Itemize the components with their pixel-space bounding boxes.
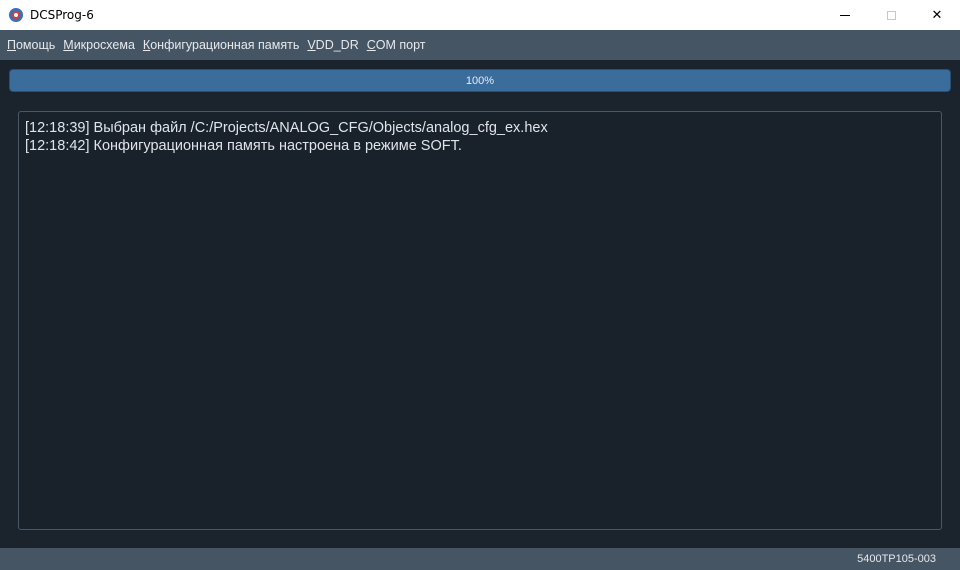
menu-config-memory[interactable]: Конфигурационная память [139, 38, 303, 52]
maximize-button[interactable] [868, 0, 914, 30]
title-bar[interactable]: DCSProg-6 ✕ [0, 0, 960, 30]
close-button[interactable]: ✕ [914, 0, 960, 30]
log-line: [12:18:42] Конфигурационная память настр… [25, 138, 462, 154]
window-controls: ✕ [822, 0, 960, 30]
window-title: DCSProg-6 [30, 8, 94, 22]
menu-com-port[interactable]: COM порт [363, 38, 430, 52]
progress-label: 100% [465, 74, 495, 87]
menu-help[interactable]: Помощь [3, 38, 59, 52]
log-output[interactable]: [12:18:39] Выбран файл /C:/Projects/ANAL… [18, 111, 942, 530]
minimize-button[interactable] [822, 0, 868, 30]
status-bar: 5400ТР105-003 [0, 548, 960, 570]
close-icon: ✕ [931, 7, 943, 23]
log-line: [12:18:39] Выбран файл /C:/Projects/ANAL… [25, 120, 548, 136]
menu-chip[interactable]: Микросхема [59, 38, 139, 52]
progress-bar: 100% [9, 69, 951, 92]
menu-vdd-dr[interactable]: VDD_DR [303, 38, 362, 52]
device-status: 5400ТР105-003 [857, 553, 936, 565]
minimize-icon [840, 14, 850, 16]
app-logo-icon [9, 8, 23, 22]
maximize-icon [886, 10, 896, 20]
menu-bar: Помощь Микросхема Конфигурационная памят… [0, 30, 960, 60]
